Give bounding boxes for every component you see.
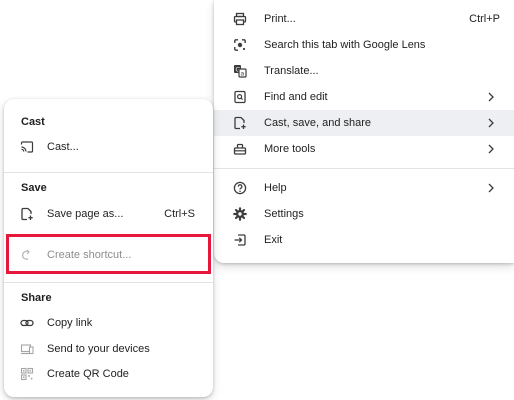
cast-save-share-submenu: Cast Cast... Save Save page as... Ctrl+S… — [4, 99, 213, 397]
submenu-item-shortcut: Ctrl+S — [164, 208, 195, 220]
cast-save-share-icon — [232, 115, 248, 131]
chevron-right-icon — [486, 144, 496, 154]
menu-item-label: Search this tab with Google Lens — [264, 39, 426, 51]
chevron-right-icon — [486, 183, 496, 193]
section-heading-save: Save — [21, 182, 47, 194]
annotation-highlight-box — [6, 234, 211, 274]
main-menu: Print... Ctrl+P Search this tab with Goo… — [214, 0, 514, 263]
menu-item-settings[interactable]: Settings — [214, 201, 514, 227]
save-page-icon — [20, 207, 34, 221]
submenu-divider — [4, 172, 213, 173]
menu-item-exit[interactable]: Exit — [214, 227, 514, 253]
cast-icon — [20, 140, 34, 154]
submenu-item-label: Send to your devices — [47, 343, 150, 355]
menu-item-print[interactable]: Print... Ctrl+P — [214, 6, 514, 32]
svg-text:a: a — [241, 71, 245, 78]
menu-item-label: Cast, save, and share — [264, 117, 372, 129]
menu-item-help[interactable]: Help — [214, 175, 514, 201]
section-heading-cast: Cast — [21, 116, 45, 128]
menu-item-find-and-edit[interactable]: Find and edit — [214, 84, 514, 110]
submenu-item-save-page-as[interactable]: Save page as... Ctrl+S — [4, 202, 213, 226]
link-icon — [20, 316, 34, 330]
help-icon — [232, 180, 248, 196]
google-lens-icon — [232, 37, 248, 53]
menu-item-translate[interactable]: Ga Translate... — [214, 58, 514, 84]
menu-item-more-tools[interactable]: More tools — [214, 136, 514, 162]
menu-divider — [214, 168, 514, 169]
stage: Print... Ctrl+P Search this tab with Goo… — [0, 0, 514, 400]
submenu-item-create-qr-code[interactable]: Create QR Code — [4, 362, 213, 386]
submenu-divider — [4, 282, 213, 283]
devices-icon — [20, 342, 34, 356]
exit-icon — [232, 232, 248, 248]
submenu-item-label: Copy link — [47, 317, 93, 329]
submenu-item-copy-link[interactable]: Copy link — [4, 311, 213, 335]
menu-item-label: Help — [264, 182, 287, 194]
menu-item-label: Print... — [264, 13, 296, 25]
more-tools-icon — [232, 141, 248, 157]
menu-item-label: More tools — [264, 143, 316, 155]
menu-item-label: Settings — [264, 208, 304, 220]
menu-item-label: Find and edit — [264, 91, 328, 103]
find-edit-icon — [232, 89, 248, 105]
submenu-item-label: Create QR Code — [47, 368, 129, 380]
print-icon — [232, 11, 248, 27]
submenu-item-cast[interactable]: Cast... — [4, 135, 213, 159]
menu-item-label: Exit — [264, 234, 283, 246]
submenu-item-send-to-devices[interactable]: Send to your devices — [4, 337, 213, 361]
chevron-right-icon — [486, 118, 496, 128]
submenu-item-label: Cast... — [47, 141, 79, 153]
chevron-right-icon — [486, 92, 496, 102]
submenu-item-label: Save page as... — [47, 208, 124, 220]
section-heading-share: Share — [21, 292, 52, 304]
menu-item-label: Translate... — [264, 65, 319, 77]
menu-item-cast-save-share[interactable]: Cast, save, and share — [214, 110, 514, 136]
menu-item-google-lens[interactable]: Search this tab with Google Lens — [214, 32, 514, 58]
settings-icon — [232, 206, 248, 222]
qr-code-icon — [20, 367, 34, 381]
translate-icon: Ga — [232, 63, 248, 79]
menu-item-shortcut: Ctrl+P — [469, 13, 500, 25]
